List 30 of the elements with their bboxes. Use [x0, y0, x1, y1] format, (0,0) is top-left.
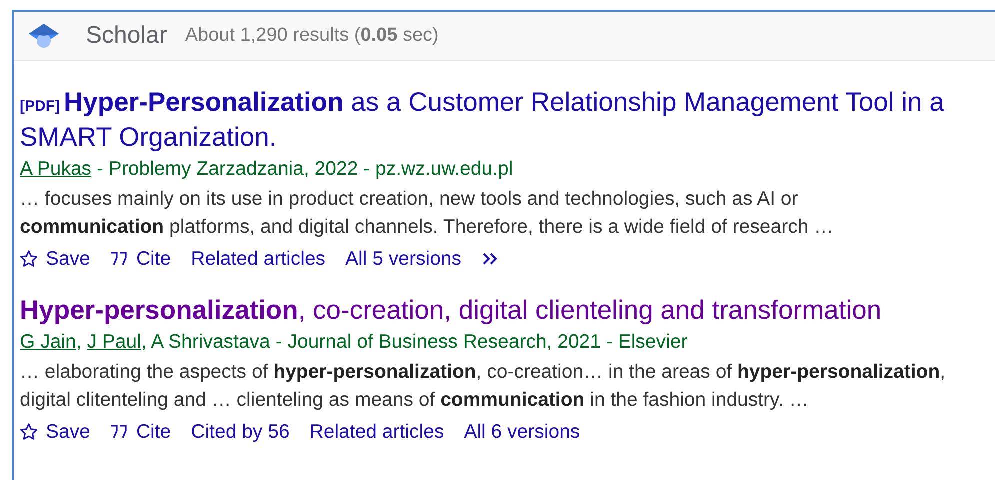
double-chevron-icon	[482, 252, 500, 266]
snippet-line: digital clitenteling and … clienteling as means of communication in the fashion industry. …	[20, 388, 810, 413]
star-icon	[20, 423, 38, 441]
author-line: G Jain, J Paul, A Shrivastava - Journal of Business Research, 2021 - Elsevier	[20, 330, 689, 355]
author-line: A Pukas - Problemy Zarzadzania, 2022 - pz.wz.uw.edu.pl	[20, 157, 514, 182]
author-link[interactable]: J Paul	[87, 331, 142, 353]
scholar-logo-text[interactable]: Scholar	[86, 22, 168, 50]
save-link[interactable]: Save	[20, 241, 90, 277]
result-title-link[interactable]: Hyper-personalization, co-creation, digital clienteling and transformation	[20, 295, 970, 326]
result-link[interactable]: Cited by 56	[191, 414, 290, 450]
author-link[interactable]: A Pukas	[20, 158, 92, 180]
results-count: About 1,290 results (0.05 sec)	[185, 25, 439, 47]
more-button[interactable]	[482, 252, 500, 266]
mortarboard-icon	[28, 22, 60, 50]
author-name: A Shrivastava	[151, 331, 270, 353]
result-link[interactable]: All 5 versions	[346, 241, 462, 277]
author-link[interactable]: G Jain	[20, 331, 76, 353]
snippet-line: … elaborating the aspects of hyper-personalization, co-creation… in the areas of hyper-personalization,	[20, 360, 947, 385]
snippet-line: communication platforms, and digital channels. Therefore, there is a wide field of research …	[20, 215, 835, 240]
cite-link[interactable]: Cite	[110, 414, 172, 450]
result-link[interactable]: Related articles	[191, 241, 326, 277]
star-icon	[20, 250, 38, 268]
quote-icon	[110, 425, 128, 439]
save-link[interactable]: Save	[20, 414, 90, 450]
result-title-link[interactable]: [PDF]Hyper-Personalization as a Customer Relationship Management Tool in a SMART Organization.	[20, 87, 970, 153]
result-link[interactable]: Related articles	[310, 414, 444, 450]
quote-icon	[110, 252, 128, 266]
result-link[interactable]: All 6 versions	[464, 414, 580, 450]
snippet-line: … focuses mainly on its use in product creation, new tools and technologies, such as AI or	[20, 187, 800, 212]
cite-link[interactable]: Cite	[110, 241, 172, 277]
